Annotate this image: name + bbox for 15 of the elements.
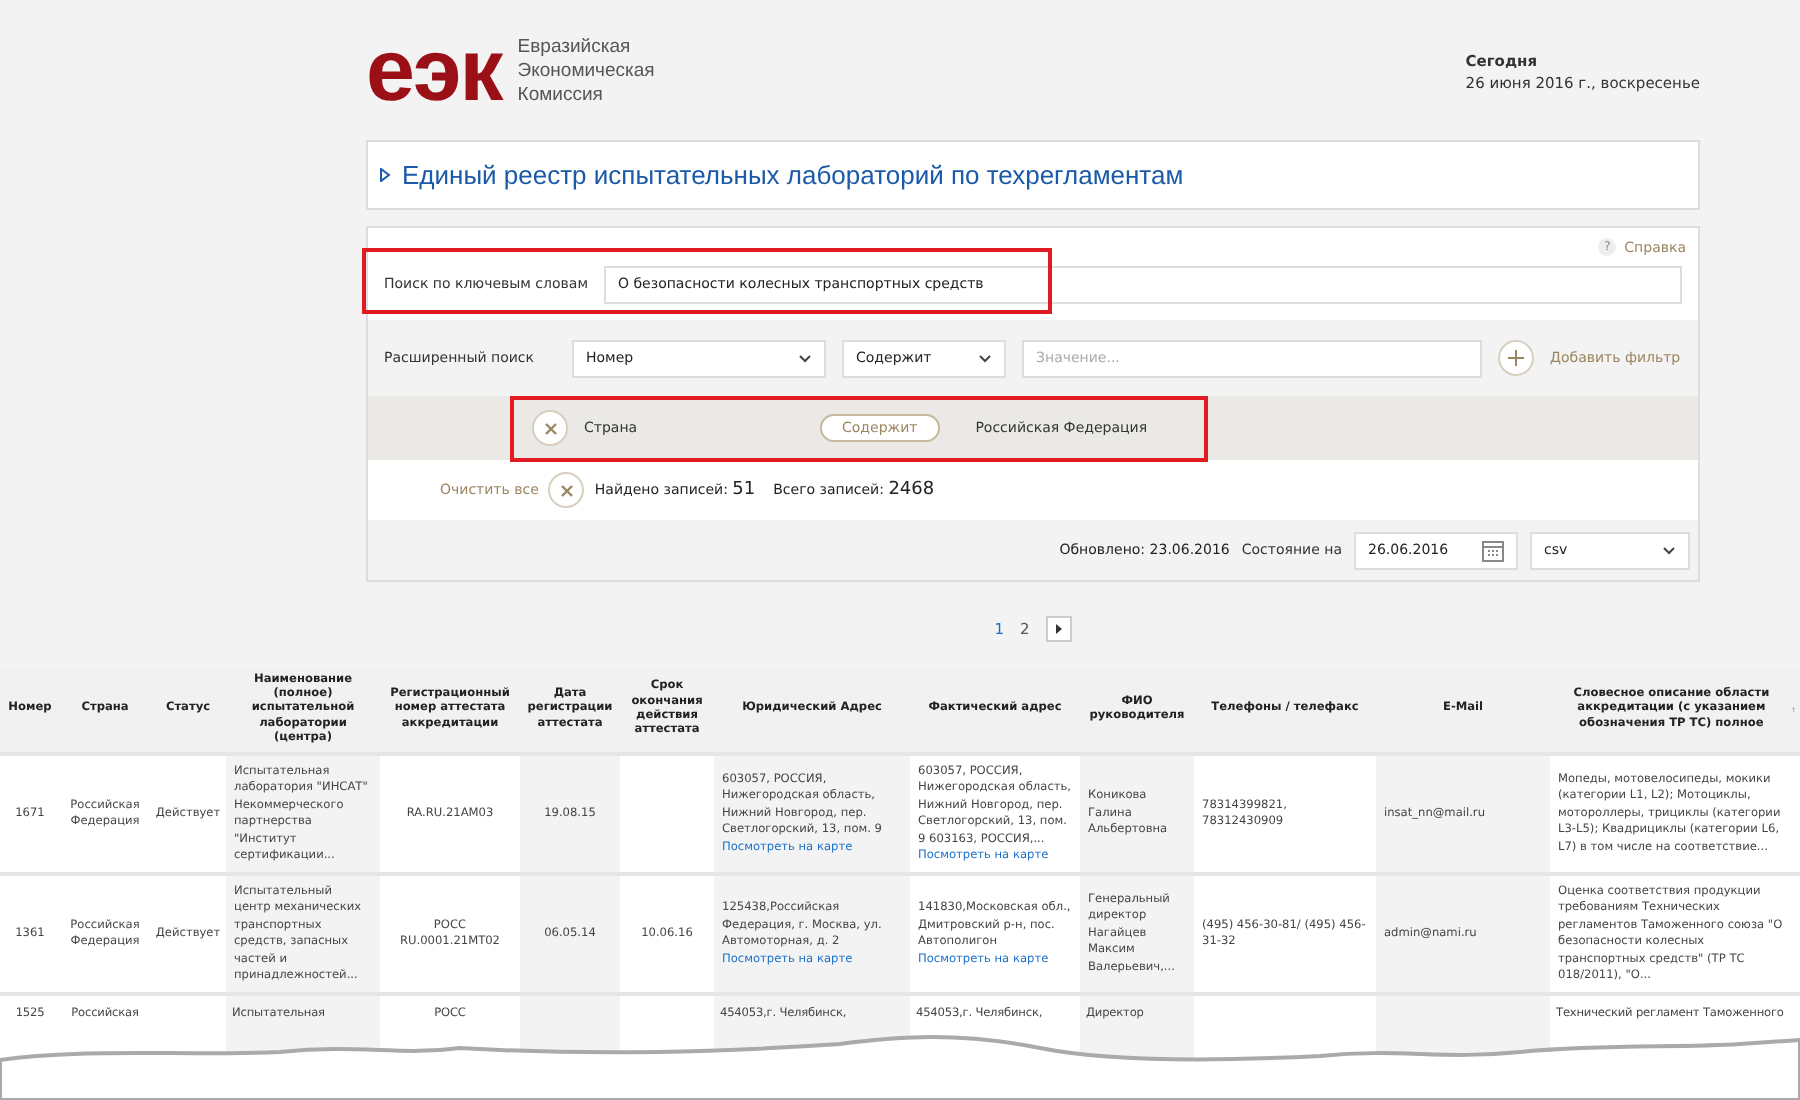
add-icon [1498,340,1534,376]
triangle-icon [380,168,390,182]
chevron-down-icon [1662,545,1676,555]
clear-all-button[interactable] [548,472,585,508]
calendar-icon [1482,539,1504,561]
remove-filter-button[interactable] [532,410,568,446]
logo-text: Евразийская Экономическая Комиссия [517,36,655,108]
close-icon [559,483,574,497]
chevron-down-icon [798,353,812,363]
chevron-down-icon [978,353,992,363]
logo-mark: еэк [366,32,502,112]
next-page-button[interactable] [1045,615,1072,641]
page-title: Единый реестр испытательных лабораторий по техрегламентам [402,160,1184,190]
close-icon [543,421,557,435]
triangle-icon [1055,623,1062,633]
